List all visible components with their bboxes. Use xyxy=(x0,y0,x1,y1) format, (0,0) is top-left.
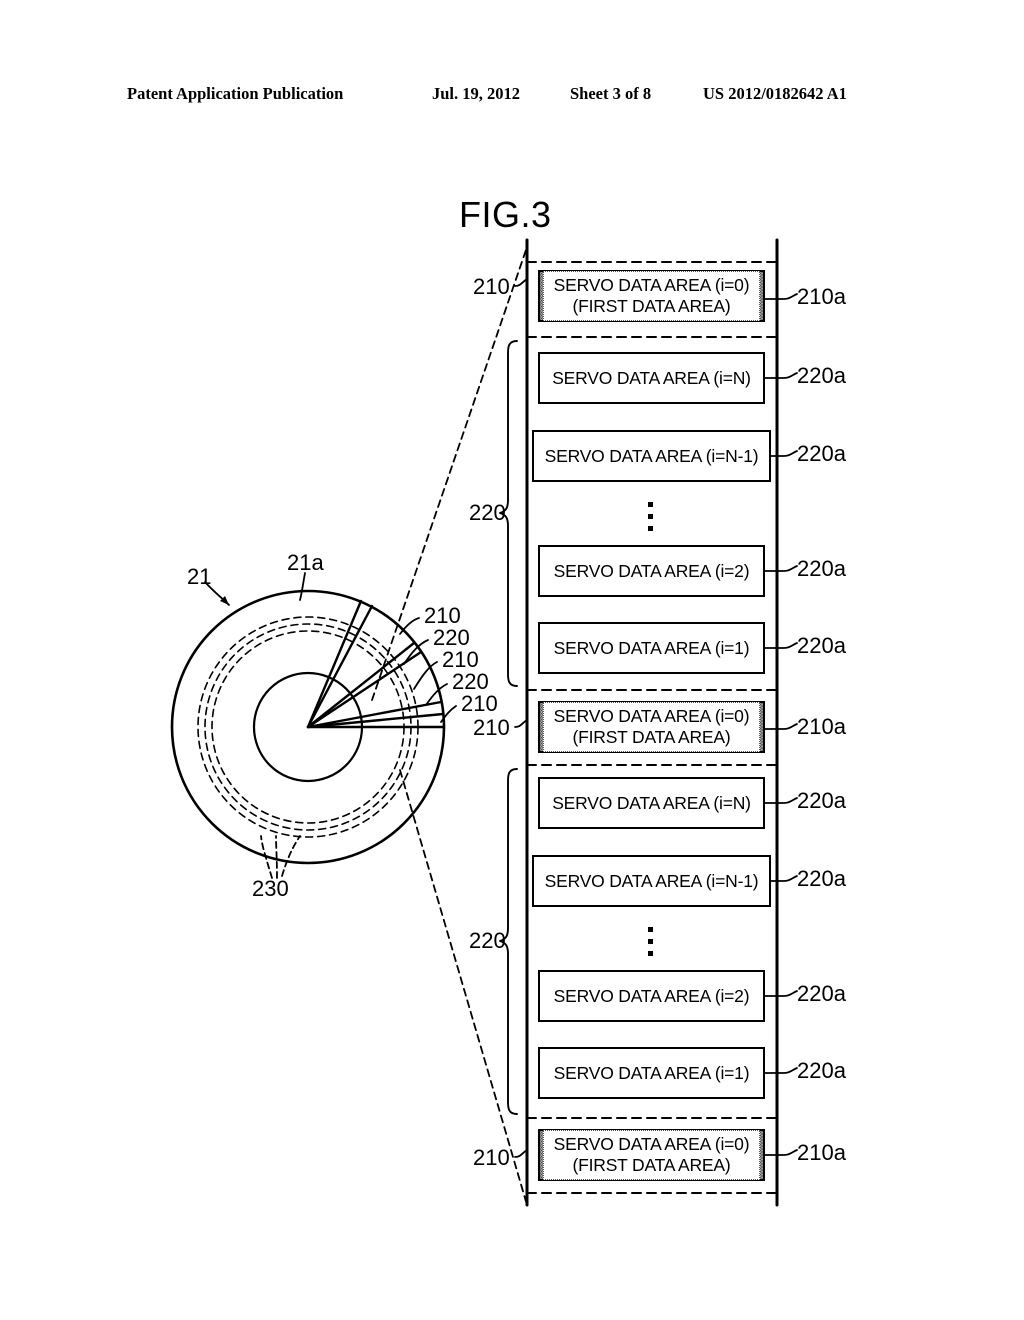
ref-220a: 220a xyxy=(797,556,846,581)
ref-220a: 220a xyxy=(797,363,846,388)
servo-data-block[interactable]: SERVO DATA AREA (i=1) xyxy=(538,1047,765,1099)
servo-data-block-line1: SERVO DATA AREA (i=0) xyxy=(553,706,750,726)
ref-220a: 220a xyxy=(797,633,846,658)
ref-sector-210-3: 210 xyxy=(461,691,498,716)
right-side-leaders xyxy=(764,293,798,1156)
ref-220a: 220a xyxy=(797,866,846,891)
ref-220-group-upper: 220 xyxy=(469,500,506,525)
ref-21: 21 xyxy=(187,564,212,589)
servo-data-block-line2: (FIRST DATA AREA) xyxy=(572,727,731,747)
servo-data-block[interactable]: SERVO DATA AREA (i=N) xyxy=(538,777,765,829)
servo-data-block-line1: SERVO DATA AREA (i=0) xyxy=(553,1134,750,1154)
servo-data-block-line1: SERVO DATA AREA (i=N) xyxy=(552,792,751,813)
servo-data-block-line1: SERVO DATA AREA (i=2) xyxy=(553,985,750,1006)
ref-210-top: 210 xyxy=(473,274,510,299)
servo-data-block-line1: SERVO DATA AREA (i=N-1) xyxy=(544,870,759,891)
servo-data-block-shaded[interactable]: SERVO DATA AREA (i=0) (FIRST DATA AREA) xyxy=(538,1129,765,1181)
servo-data-block-text: SERVO DATA AREA (i=0) (FIRST DATA AREA) xyxy=(542,271,761,321)
servo-data-block-line1: SERVO DATA AREA (i=N) xyxy=(552,367,751,388)
servo-data-block[interactable]: SERVO DATA AREA (i=N) xyxy=(538,352,765,404)
left-210-leaders xyxy=(514,278,528,1158)
ref-220a: 220a xyxy=(797,1058,846,1083)
servo-data-block-text: SERVO DATA AREA (i=0) (FIRST DATA AREA) xyxy=(542,702,761,752)
ref-220a: 220a xyxy=(797,788,846,813)
servo-data-block-line1: SERVO DATA AREA (i=1) xyxy=(553,637,750,658)
ref-230: 230 xyxy=(252,876,289,901)
vertical-ellipsis xyxy=(648,927,653,963)
servo-data-block-shaded[interactable]: SERVO DATA AREA (i=0) (FIRST DATA AREA) xyxy=(538,270,765,322)
ref-210a: 210a xyxy=(797,284,846,309)
servo-data-block-line2: (FIRST DATA AREA) xyxy=(572,296,731,316)
ref-220a: 220a xyxy=(797,441,846,466)
servo-data-block-line1: SERVO DATA AREA (i=N-1) xyxy=(544,445,759,466)
servo-data-block[interactable]: SERVO DATA AREA (i=1) xyxy=(538,622,765,674)
vertical-ellipsis xyxy=(648,502,653,538)
ref-21a: 21a xyxy=(287,550,324,575)
ref-220-group-lower: 220 xyxy=(469,928,506,953)
servo-data-block-line1: SERVO DATA AREA (i=1) xyxy=(553,1062,750,1083)
ref-220a: 220a xyxy=(797,981,846,1006)
ref-210-middle: 210 xyxy=(473,715,510,740)
ref-210a: 210a xyxy=(797,1140,846,1165)
servo-data-block[interactable]: SERVO DATA AREA (i=2) xyxy=(538,970,765,1022)
servo-data-block[interactable]: SERVO DATA AREA (i=N-1) xyxy=(532,855,771,907)
servo-data-block-shaded[interactable]: SERVO DATA AREA (i=0) (FIRST DATA AREA) xyxy=(538,701,765,753)
ref-210a: 210a xyxy=(797,714,846,739)
figure-line-art xyxy=(170,238,798,1207)
servo-data-block-line2: (FIRST DATA AREA) xyxy=(572,1155,731,1175)
servo-data-block-line1: SERVO DATA AREA (i=2) xyxy=(553,560,750,581)
ref-210-bottom: 210 xyxy=(473,1145,510,1170)
servo-data-block-text: SERVO DATA AREA (i=0) (FIRST DATA AREA) xyxy=(542,1130,761,1180)
servo-data-block-line1: SERVO DATA AREA (i=0) xyxy=(553,275,750,295)
servo-data-block[interactable]: SERVO DATA AREA (i=2) xyxy=(538,545,765,597)
servo-data-block[interactable]: SERVO DATA AREA (i=N-1) xyxy=(532,430,771,482)
